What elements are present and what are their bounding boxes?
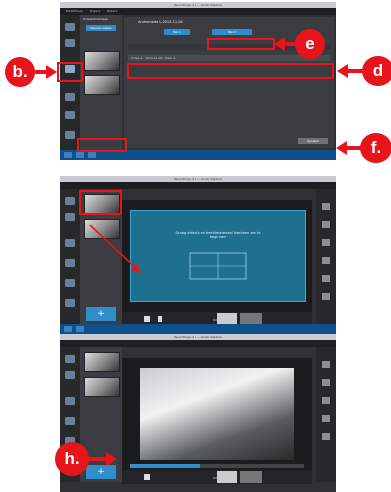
callout-e: e xyxy=(295,29,325,59)
folder-icon[interactable] xyxy=(65,93,75,101)
callout-b: b. xyxy=(5,57,35,87)
arrow-d-shaft xyxy=(347,69,362,73)
folder-icon[interactable] xyxy=(65,417,75,425)
video-thumbnail-2[interactable] xyxy=(84,377,120,397)
library-icon[interactable] xyxy=(65,213,75,221)
menu-item-1[interactable]: Bibliotheek xyxy=(66,9,83,13)
library-panel: Videobibliotheek Nieuwe sessie xyxy=(80,15,122,150)
home-icon[interactable] xyxy=(65,355,75,363)
library-icon[interactable] xyxy=(65,371,75,379)
video-thumbnail-1[interactable] xyxy=(84,51,120,71)
start-icon[interactable] xyxy=(64,152,72,158)
library-icon[interactable] xyxy=(65,39,75,47)
capture-icon[interactable] xyxy=(65,239,75,247)
playback-progress xyxy=(130,464,200,468)
video-canvas: Draag video's en beeldmateriaal hierheen… xyxy=(122,200,312,312)
tool-icon-1[interactable] xyxy=(322,361,330,368)
windows-taskbar xyxy=(60,324,336,334)
document-icon[interactable] xyxy=(65,279,75,287)
menu-bar: Bibliotheek Project Wizard xyxy=(60,8,336,15)
highlight-bottom-left xyxy=(77,138,127,152)
tool-icon-4[interactable] xyxy=(322,257,330,264)
menu-bar xyxy=(60,340,336,347)
tab-button-2[interactable]: Tab 2 xyxy=(212,29,252,35)
folder-icon[interactable] xyxy=(65,259,75,267)
save-button[interactable]: Opslaan xyxy=(298,138,328,144)
screenshot-panel-1: Recordings (1) — Quick Capture Bibliothe… xyxy=(60,2,336,160)
add-button[interactable]: + xyxy=(86,307,116,321)
taskbar-app-icon[interactable] xyxy=(76,152,84,158)
content-title: Andromeda L.2013-11-04 xyxy=(138,20,183,24)
camera-preview xyxy=(240,471,262,483)
menu-item-2[interactable]: Project xyxy=(90,9,100,13)
mic-icon[interactable] xyxy=(158,316,162,322)
table-row[interactable]: Video 1 · 2013-11-04 · Item A xyxy=(128,55,330,61)
right-tool-rail xyxy=(316,189,336,324)
left-nav-rail xyxy=(60,15,80,150)
capture-icon[interactable] xyxy=(65,397,75,405)
volume-icon[interactable] xyxy=(144,474,150,480)
home-icon[interactable] xyxy=(65,197,75,205)
tool-icon-2[interactable] xyxy=(322,221,330,228)
highlight-table-row xyxy=(127,63,334,79)
taskbar-app-icon[interactable] xyxy=(76,326,84,332)
volume-icon[interactable] xyxy=(144,316,150,322)
arrow-h-head xyxy=(106,452,117,466)
tab-button-1[interactable]: Tab 1 xyxy=(164,29,190,35)
document-icon[interactable] xyxy=(65,111,75,119)
right-tool-rail xyxy=(316,347,336,482)
screenshot-panel-3: Recordings (1) — Quick Capture + Dit sch… xyxy=(60,334,336,492)
callout-d: d xyxy=(362,56,391,86)
left-nav-rail xyxy=(60,189,80,324)
tool-icon-5[interactable] xyxy=(322,275,330,282)
arrow-f-shaft xyxy=(346,146,362,150)
video-player xyxy=(122,358,312,470)
drop-zone[interactable]: Draag video's en beeldmateriaal hierheen… xyxy=(130,210,306,302)
arrow-b-head xyxy=(46,65,57,79)
tool-icon-5[interactable] xyxy=(322,433,330,440)
video-thumbnail-2[interactable] xyxy=(84,219,120,239)
tool-icon-1[interactable] xyxy=(322,203,330,210)
tool-icon-2[interactable] xyxy=(322,379,330,386)
taskbar-app-icon[interactable] xyxy=(88,152,96,158)
tool-icon-6[interactable] xyxy=(322,293,330,300)
callout-h: h. xyxy=(55,442,89,476)
home-icon[interactable] xyxy=(65,23,75,31)
library-header: Videobibliotheek xyxy=(83,17,109,21)
menu-item-3[interactable]: Wizard xyxy=(107,9,117,13)
start-icon[interactable] xyxy=(64,326,72,332)
video-thumbnail-2[interactable] xyxy=(84,75,120,95)
playback-bar[interactable] xyxy=(130,464,304,468)
ctrl-label: Dit scherm xyxy=(213,476,230,480)
highlight-thumbnail xyxy=(79,190,122,215)
new-session-button[interactable]: Nieuwe sessie xyxy=(86,25,116,31)
arrow-e-shaft xyxy=(284,42,296,46)
highlight-tab-button xyxy=(207,38,275,50)
video-frame[interactable] xyxy=(140,368,294,460)
arrow-h-shaft xyxy=(89,457,107,461)
tool-icon-4[interactable] xyxy=(322,415,330,422)
settings-icon[interactable] xyxy=(65,299,75,307)
video-thumbnail-1[interactable] xyxy=(84,352,120,372)
settings-icon[interactable] xyxy=(65,131,75,139)
tool-icon-3[interactable] xyxy=(322,397,330,404)
drop-zone-text: Draag video's en beeldmateriaal hierheen… xyxy=(175,231,261,239)
callout-f: f. xyxy=(360,133,391,163)
menu-bar xyxy=(60,182,336,189)
highlight-capture-icon xyxy=(57,62,83,82)
drop-zone-diagram-icon xyxy=(189,252,247,280)
add-button[interactable]: + xyxy=(86,465,116,479)
ctrl-label: Dit scherm xyxy=(213,318,230,322)
tool-icon-3[interactable] xyxy=(322,239,330,246)
